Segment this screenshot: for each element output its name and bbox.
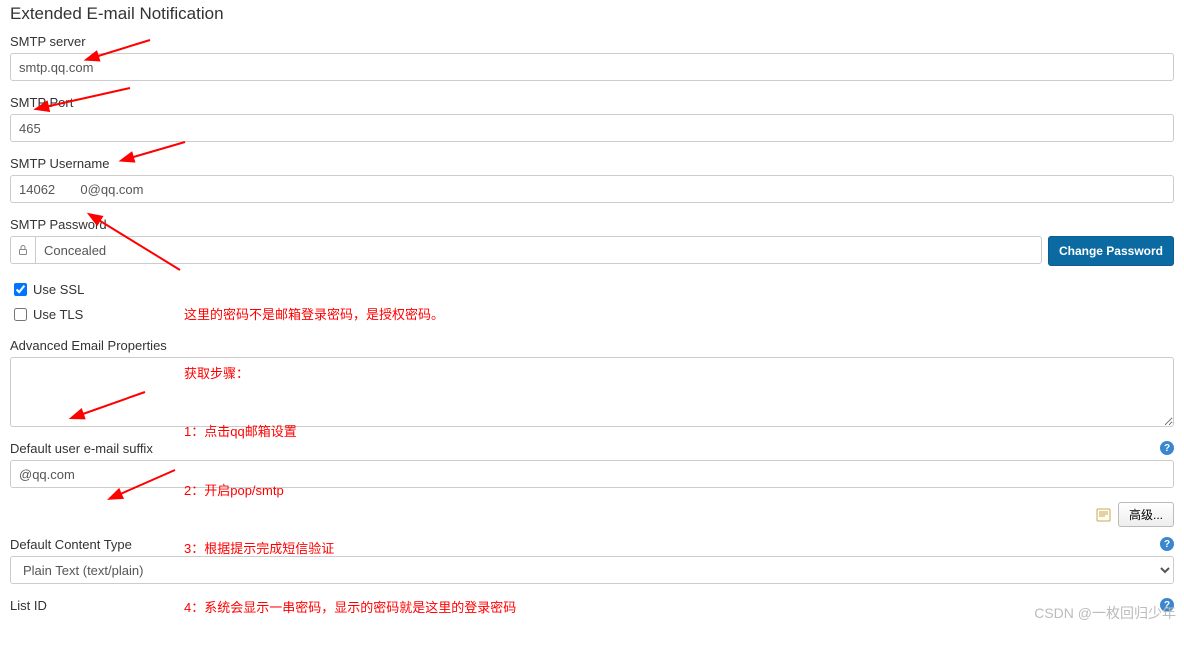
content-type-group: Default Content Type ? Plain Text (text/…	[10, 537, 1174, 584]
email-notification-form: Extended E-mail Notification SMTP server…	[0, 0, 1184, 627]
help-icon[interactable]: ?	[1160, 441, 1174, 455]
smtp-username-input[interactable]	[10, 175, 1174, 203]
smtp-server-input[interactable]	[10, 53, 1174, 81]
smtp-password-box: Concealed	[10, 236, 1042, 264]
list-id-label: List ID	[10, 598, 1174, 613]
smtp-password-label: SMTP Password	[10, 217, 1174, 232]
suffix-input[interactable]	[10, 460, 1174, 488]
use-tls-checkbox[interactable]	[14, 308, 27, 321]
smtp-username-label: SMTP Username	[10, 156, 1174, 171]
content-type-label: Default Content Type	[10, 537, 1174, 552]
smtp-server-label: SMTP server	[10, 34, 1174, 49]
smtp-password-row: Concealed Change Password	[10, 236, 1174, 266]
help-icon[interactable]: ?	[1160, 537, 1174, 551]
password-concealed-text: Concealed	[36, 243, 114, 258]
list-id-group: List ID ?	[10, 598, 1174, 613]
smtp-server-group: SMTP server	[10, 34, 1174, 81]
section-title: Extended E-mail Notification	[10, 4, 1174, 24]
suffix-group: Default user e-mail suffix ?	[10, 441, 1174, 488]
change-password-button[interactable]: Change Password	[1048, 236, 1174, 266]
use-ssl-label[interactable]: Use SSL	[33, 282, 84, 297]
use-tls-label[interactable]: Use TLS	[33, 307, 83, 322]
smtp-port-input[interactable]	[10, 114, 1174, 142]
script-icon	[1096, 507, 1112, 523]
advanced-toolbar: 高级...	[10, 502, 1174, 527]
smtp-port-label: SMTP Port	[10, 95, 1174, 110]
use-ssl-row: Use SSL	[10, 280, 1174, 299]
lock-icon	[11, 237, 36, 263]
use-ssl-checkbox[interactable]	[14, 283, 27, 296]
suffix-label: Default user e-mail suffix	[10, 441, 1174, 456]
help-icon[interactable]: ?	[1160, 598, 1174, 612]
smtp-port-group: SMTP Port	[10, 95, 1174, 142]
use-tls-row: Use TLS	[10, 305, 1174, 324]
smtp-username-group: SMTP Username	[10, 156, 1174, 203]
smtp-password-group: SMTP Password Concealed Change Password	[10, 217, 1174, 266]
advanced-props-label: Advanced Email Properties	[10, 338, 1174, 353]
content-type-select[interactable]: Plain Text (text/plain)	[10, 556, 1174, 584]
advanced-button[interactable]: 高级...	[1118, 502, 1174, 527]
advanced-props-textarea[interactable]	[10, 357, 1174, 427]
advanced-props-group: Advanced Email Properties	[10, 338, 1174, 427]
